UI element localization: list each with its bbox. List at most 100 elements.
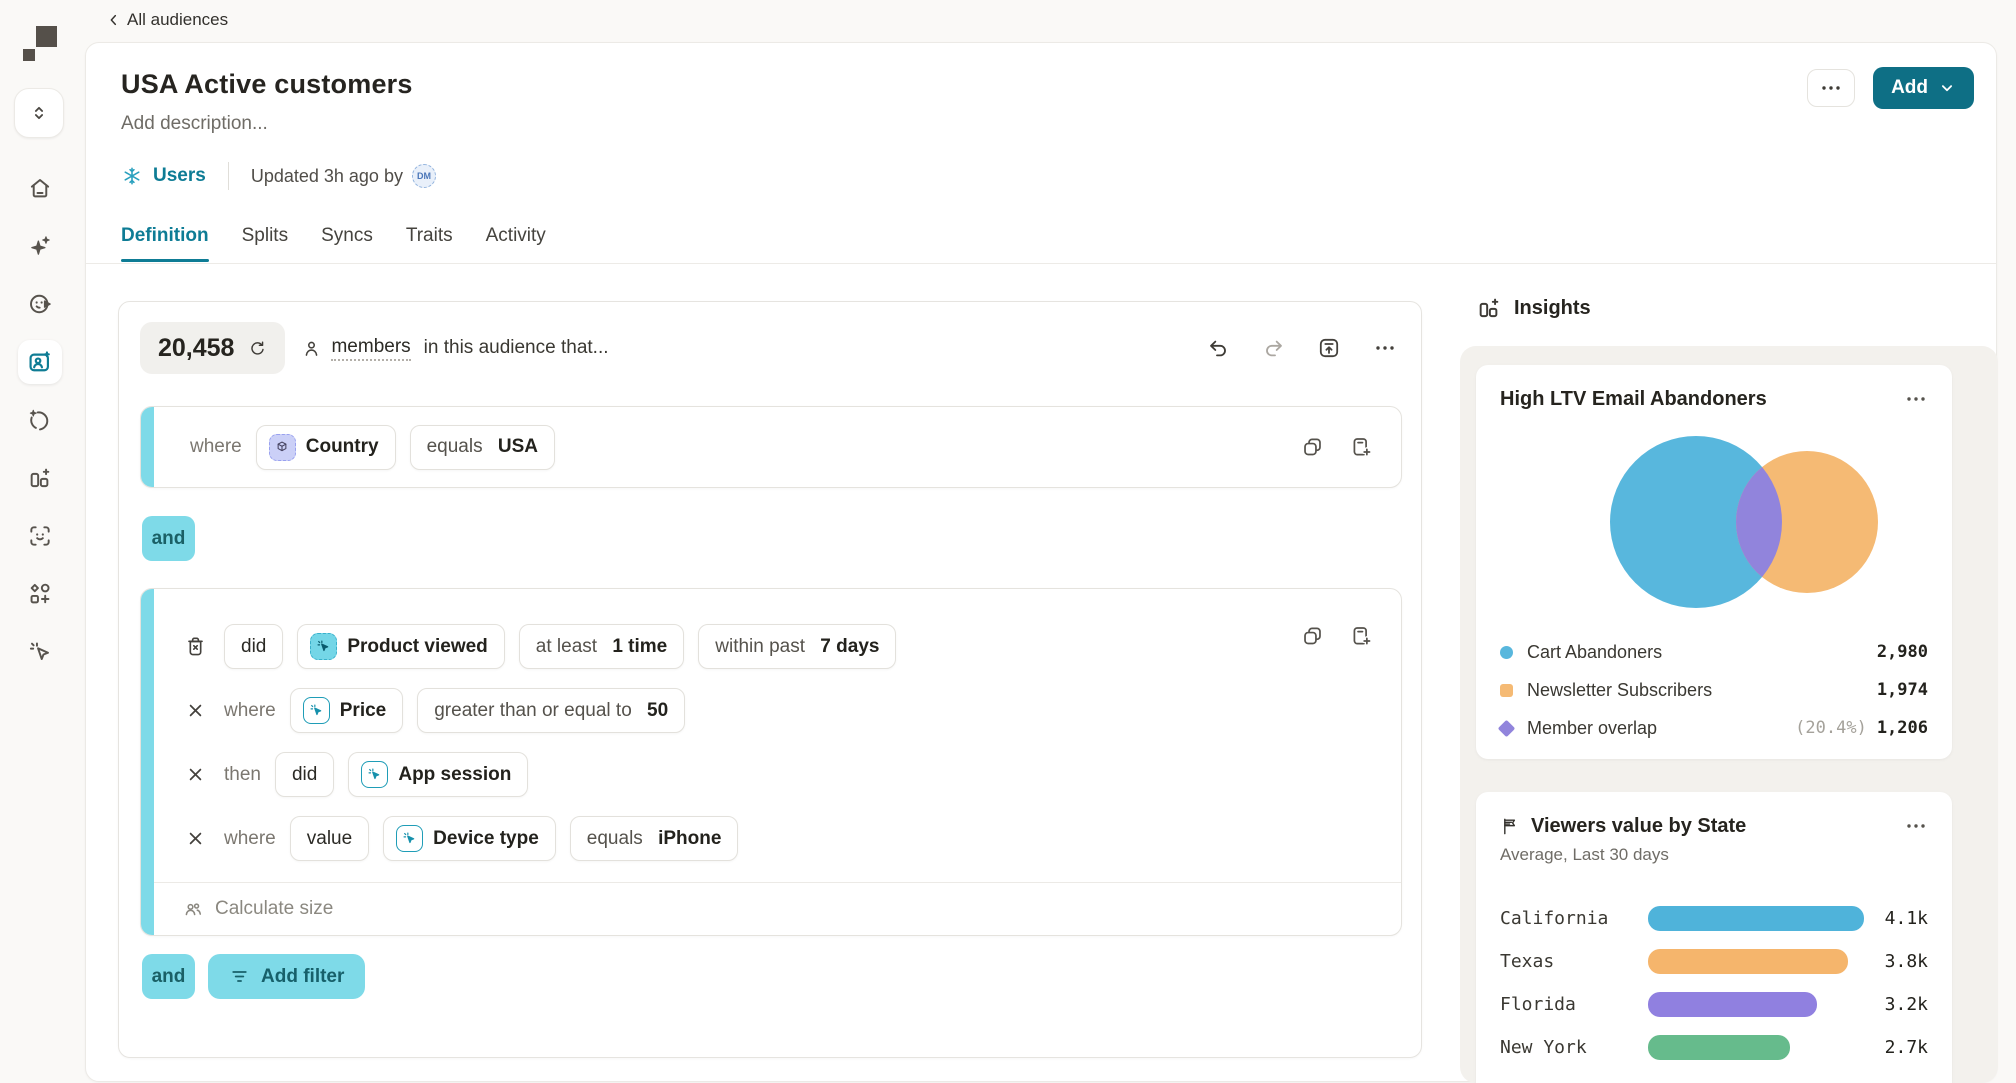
- duplicate-icon[interactable]: [1301, 436, 1324, 459]
- sidebar: [0, 0, 80, 1074]
- copy-add-icon[interactable]: [1350, 625, 1373, 648]
- nav-apps[interactable]: [18, 572, 62, 616]
- nav-media[interactable]: [18, 282, 62, 326]
- bar-chart: California4.1kTexas3.8kFlorida3.2kNew Yo…: [1476, 897, 1952, 1069]
- people-icon: [182, 898, 204, 920]
- members-selector[interactable]: members: [331, 336, 410, 361]
- entity-type-link[interactable]: Users: [153, 165, 206, 187]
- legend-percent: (20.4%): [1795, 718, 1867, 738]
- avatar[interactable]: DM: [412, 164, 436, 188]
- remove-condition-icon[interactable]: [180, 828, 210, 849]
- logo-square-large: [36, 26, 57, 47]
- chip-text: USA: [498, 436, 538, 458]
- bar-track: [1648, 1035, 1872, 1060]
- header-more-button[interactable]: [1807, 69, 1855, 107]
- flag-icon: [1500, 816, 1521, 837]
- app-logo[interactable]: [22, 22, 58, 62]
- cursor-sparkle-icon: [27, 639, 53, 665]
- filter-row: wherevalueDevice typeequals iPhone: [180, 815, 1401, 862]
- person-icon: [301, 338, 322, 359]
- chip-text: Product viewed: [347, 636, 487, 658]
- chip-value[interactable]: value: [290, 816, 369, 861]
- add-filter-button[interactable]: Add filter: [208, 954, 365, 999]
- description-placeholder[interactable]: Add description...: [121, 113, 268, 135]
- duplicate-icon[interactable]: [1301, 625, 1324, 648]
- insight-card-bars: Viewers value by State Average, Last 30 …: [1476, 792, 1952, 1083]
- filter-icon: [229, 966, 250, 987]
- card-more-icon[interactable]: [1904, 387, 1928, 411]
- delete-condition-icon[interactable]: [180, 635, 210, 658]
- back-link[interactable]: All audiences: [106, 10, 228, 30]
- insight-card-head: High LTV Email Abandoners: [1476, 365, 1952, 411]
- redo-icon[interactable]: [1262, 337, 1285, 360]
- header-actions: Add: [1807, 67, 1974, 109]
- tab-syncs[interactable]: Syncs: [321, 225, 373, 262]
- workspace-switcher-button[interactable]: [14, 88, 64, 138]
- nav-analytics[interactable]: [18, 456, 62, 500]
- audience-suffix-text: in this audience that...: [424, 337, 609, 359]
- chip-price[interactable]: Price: [290, 688, 403, 733]
- remove-condition-icon[interactable]: [180, 764, 210, 785]
- bar-value-label: 3.2k: [1872, 994, 1928, 1015]
- legend-value: 1,974: [1877, 680, 1928, 700]
- add-filter-label: Add filter: [261, 966, 344, 988]
- insights-panel: High LTV Email Abandoners Cart Abandoner…: [1460, 346, 1998, 1083]
- save-version-icon[interactable]: [1317, 336, 1341, 360]
- filter-rows: did Product viewed at least 1 time within p…: [154, 589, 1401, 862]
- chip-country[interactable]: Country: [256, 425, 396, 470]
- back-link-label: All audiences: [127, 10, 228, 30]
- add-button[interactable]: Add: [1873, 67, 1974, 109]
- calculate-size-button[interactable]: Calculate size: [154, 882, 1401, 935]
- canvas-more-icon[interactable]: [1373, 336, 1397, 360]
- definition-canvas: 20,458 members in this audience that... …: [118, 301, 1422, 1058]
- insight-card-head: Viewers value by State: [1476, 792, 1952, 838]
- chip-text: equals: [587, 828, 648, 850]
- legend-label: Newsletter Subscribers: [1527, 680, 1712, 701]
- chip-product-viewed[interactable]: Product viewed: [297, 624, 504, 669]
- chevron-down-icon: [1938, 79, 1956, 97]
- nav-home[interactable]: [18, 166, 62, 210]
- bar-row: Texas3.8k: [1500, 940, 1928, 983]
- chip-did[interactable]: did: [224, 624, 283, 669]
- card-more-icon[interactable]: [1904, 814, 1928, 838]
- venn-legend: Cart Abandoners2,980 Newsletter Subscribe…: [1476, 633, 1952, 747]
- chip-at-least-1-time[interactable]: at least 1 time: [519, 624, 684, 669]
- chip-text: did: [292, 764, 317, 786]
- filter-row: then did App session: [180, 751, 1401, 798]
- bar-fill: [1648, 1035, 1790, 1060]
- nav-identity[interactable]: [18, 514, 62, 558]
- chip-greater-than-or-equal-to-50[interactable]: greater than or equal to 50: [417, 688, 685, 733]
- canvas-actions: [1207, 336, 1397, 360]
- home-icon: [27, 175, 53, 201]
- and-operator-pill[interactable]: and: [142, 954, 195, 999]
- tab-traits[interactable]: Traits: [406, 225, 453, 262]
- chip-did[interactable]: did: [275, 752, 334, 797]
- legend-value: 2,980: [1877, 642, 1928, 662]
- bar-row: Florida3.2k: [1500, 983, 1928, 1026]
- nav-assistant[interactable]: [18, 224, 62, 268]
- chip-app-session[interactable]: App session: [348, 752, 528, 797]
- bar-track: [1648, 949, 1872, 974]
- chip-text: greater than or equal to: [434, 700, 637, 722]
- tab-definition[interactable]: Definition: [121, 225, 209, 262]
- chip-equals-usa[interactable]: equals USA: [410, 425, 555, 470]
- nav-journeys[interactable]: [18, 398, 62, 442]
- undo-icon[interactable]: [1207, 337, 1230, 360]
- tab-splits[interactable]: Splits: [242, 225, 288, 262]
- main-card: USA Active customers Add description... …: [85, 42, 1997, 1082]
- refresh-icon[interactable]: [248, 339, 267, 358]
- and-operator-pill[interactable]: and: [142, 516, 195, 561]
- chip-device-type[interactable]: Device type: [383, 816, 556, 861]
- chip-within-past-7-days[interactable]: within past 7 days: [698, 624, 896, 669]
- copy-add-icon[interactable]: [1350, 436, 1373, 459]
- condition-prefix: then: [224, 764, 261, 786]
- group-connector: and: [142, 516, 195, 561]
- chip-equals-iphone[interactable]: equals iPhone: [570, 816, 739, 861]
- insights-chart-icon: [1476, 295, 1502, 321]
- remove-condition-icon[interactable]: [180, 700, 210, 721]
- legend-row: Cart Abandoners2,980: [1500, 633, 1928, 671]
- nav-events[interactable]: [18, 630, 62, 674]
- nav-audiences[interactable]: [18, 340, 62, 384]
- tab-activity[interactable]: Activity: [486, 225, 546, 262]
- group-accent-bar: [141, 589, 154, 935]
